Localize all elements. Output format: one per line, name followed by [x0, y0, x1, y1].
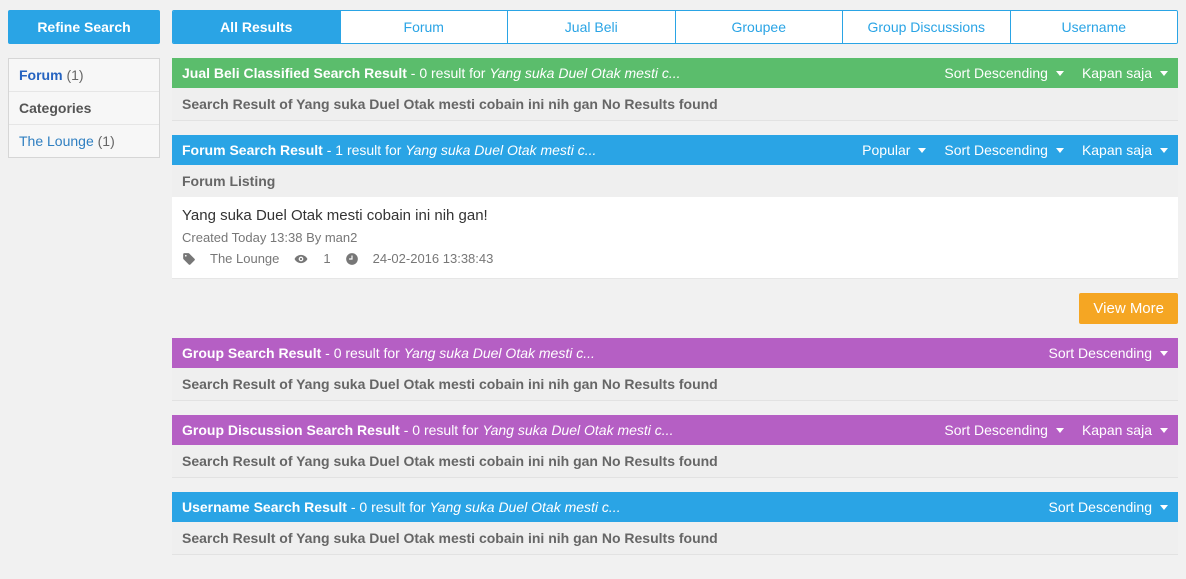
section-title: Group Search Result [182, 345, 321, 361]
tab-groupee[interactable]: Groupee [676, 11, 844, 43]
section-header: Username Search Result - 0 result for Ya… [172, 492, 1178, 522]
tabs: All Results Forum Jual Beli Groupee Grou… [172, 10, 1178, 44]
section-header: Jual Beli Classified Search Result - 0 r… [172, 58, 1178, 88]
section-query: Yang suka Duel Otak mesti c... [482, 422, 673, 438]
section-sub: - 0 result for [407, 65, 489, 81]
sidebar-item-count: (1) [66, 67, 83, 83]
sort-dropdown[interactable]: Sort Descending [1048, 345, 1168, 361]
listing-meta-row: The Lounge 1 24-02-2016 13:38:43 [182, 251, 1168, 266]
no-result-text: Search Result of Yang suka Duel Otak mes… [172, 445, 1178, 478]
section-forum: Forum Search Result - 1 result for Yang … [172, 135, 1178, 279]
chevron-down-icon [1160, 148, 1168, 153]
popular-dropdown[interactable]: Popular [862, 142, 926, 158]
tag-icon [182, 252, 196, 266]
listing-views: 1 [323, 251, 330, 266]
section-query: Yang suka Duel Otak mesti c... [429, 499, 620, 515]
no-result-text: Search Result of Yang suka Duel Otak mes… [172, 368, 1178, 401]
section-header: Forum Search Result - 1 result for Yang … [172, 135, 1178, 165]
section-title: Username Search Result [182, 499, 347, 515]
section-username: Username Search Result - 0 result for Ya… [172, 492, 1178, 555]
refine-search-button[interactable]: Refine Search [8, 10, 160, 44]
time-dropdown[interactable]: Kapan saja [1082, 422, 1168, 438]
listing-timestamp: 24-02-2016 13:38:43 [373, 251, 494, 266]
tab-group-discussions[interactable]: Group Discussions [843, 11, 1011, 43]
sort-dropdown[interactable]: Sort Descending [1048, 499, 1168, 515]
sidebar-item-label: The Lounge [19, 133, 94, 149]
popular-label: Popular [862, 142, 910, 158]
eye-icon [293, 252, 309, 266]
sort-label: Sort Descending [944, 422, 1048, 438]
sidebar-item-label: Forum [19, 67, 63, 83]
section-title: Forum Search Result [182, 142, 323, 158]
no-result-text: Search Result of Yang suka Duel Otak mes… [172, 522, 1178, 555]
section-sub: - 1 result for [323, 142, 405, 158]
no-result-text: Search Result of Yang suka Duel Otak mes… [172, 88, 1178, 121]
time-label: Kapan saja [1082, 65, 1152, 81]
section-query: Yang suka Duel Otak mesti c... [404, 345, 595, 361]
section-header: Group Discussion Search Result - 0 resul… [172, 415, 1178, 445]
tab-username[interactable]: Username [1011, 11, 1178, 43]
chevron-down-icon [918, 148, 926, 153]
chevron-down-icon [1160, 351, 1168, 356]
section-sub: - 0 result for [400, 422, 482, 438]
view-more-button[interactable]: View More [1079, 293, 1178, 324]
section-jual-beli: Jual Beli Classified Search Result - 0 r… [172, 58, 1178, 121]
time-dropdown[interactable]: Kapan saja [1082, 142, 1168, 158]
sort-dropdown[interactable]: Sort Descending [944, 142, 1064, 158]
tab-all-results[interactable]: All Results [173, 11, 341, 43]
sort-label: Sort Descending [944, 142, 1048, 158]
list-item[interactable]: Yang suka Duel Otak mesti cobain ini nih… [172, 197, 1178, 279]
time-dropdown[interactable]: Kapan saja [1082, 65, 1168, 81]
sidebar-item-label: Categories [19, 100, 91, 116]
chevron-down-icon [1056, 71, 1064, 76]
sort-dropdown[interactable]: Sort Descending [944, 65, 1064, 81]
view-more-wrap: View More [172, 293, 1178, 324]
tab-jual-beli[interactable]: Jual Beli [508, 11, 676, 43]
time-label: Kapan saja [1082, 142, 1152, 158]
section-query: Yang suka Duel Otak mesti c... [489, 65, 680, 81]
section-header: Group Search Result - 0 result for Yang … [172, 338, 1178, 368]
sidebar-item-forum[interactable]: Forum (1) [9, 59, 159, 92]
sort-label: Sort Descending [944, 65, 1048, 81]
section-query: Yang suka Duel Otak mesti c... [405, 142, 596, 158]
listing-head: Forum Listing [172, 165, 1178, 197]
section-title: Group Discussion Search Result [182, 422, 400, 438]
sidebar-item-count: (1) [98, 133, 115, 149]
sidebar-item-categories: Categories [9, 92, 159, 125]
refine-box: Forum (1) Categories The Lounge (1) [8, 58, 160, 158]
listing-category: The Lounge [210, 251, 279, 266]
section-discussion: Group Discussion Search Result - 0 resul… [172, 415, 1178, 478]
chevron-down-icon [1160, 71, 1168, 76]
chevron-down-icon [1056, 428, 1064, 433]
chevron-down-icon [1056, 148, 1064, 153]
sidebar: Refine Search Forum (1) Categories The L… [8, 10, 160, 569]
time-label: Kapan saja [1082, 422, 1152, 438]
listing-title: Yang suka Duel Otak mesti cobain ini nih… [182, 207, 1168, 224]
chevron-down-icon [1160, 428, 1168, 433]
section-sub: - 0 result for [347, 499, 429, 515]
tab-forum[interactable]: Forum [341, 11, 509, 43]
sort-label: Sort Descending [1048, 499, 1152, 515]
sort-label: Sort Descending [1048, 345, 1152, 361]
sort-dropdown[interactable]: Sort Descending [944, 422, 1064, 438]
main: All Results Forum Jual Beli Groupee Grou… [172, 10, 1178, 569]
sidebar-item-lounge[interactable]: The Lounge (1) [9, 125, 159, 157]
section-group: Group Search Result - 0 result for Yang … [172, 338, 1178, 401]
listing-created: Created Today 13:38 By man2 [182, 230, 1168, 245]
chevron-down-icon [1160, 505, 1168, 510]
clock-icon [345, 252, 359, 266]
section-sub: - 0 result for [321, 345, 403, 361]
section-title: Jual Beli Classified Search Result [182, 65, 407, 81]
